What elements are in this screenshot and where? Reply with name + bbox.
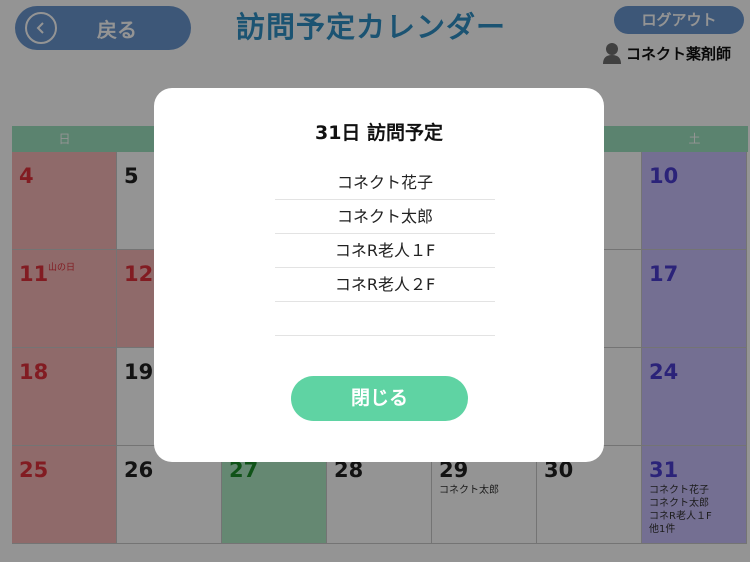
close-button[interactable]: 閉じる	[291, 376, 468, 421]
visit-list-item[interactable]: コネクト太郎	[275, 200, 495, 234]
visit-list-item	[275, 302, 495, 336]
visit-list: コネクト花子 コネクト太郎 コネR老人１F コネR老人２F	[275, 166, 495, 336]
visit-list-item[interactable]: コネクト花子	[275, 166, 495, 200]
visit-schedule-modal: 31日 訪問予定 コネクト花子 コネクト太郎 コネR老人１F コネR老人２F 閉じる	[154, 88, 604, 462]
visit-list-item[interactable]: コネR老人２F	[275, 268, 495, 302]
visit-list-item[interactable]: コネR老人１F	[275, 234, 495, 268]
modal-title: 31日 訪問予定	[314, 122, 444, 144]
